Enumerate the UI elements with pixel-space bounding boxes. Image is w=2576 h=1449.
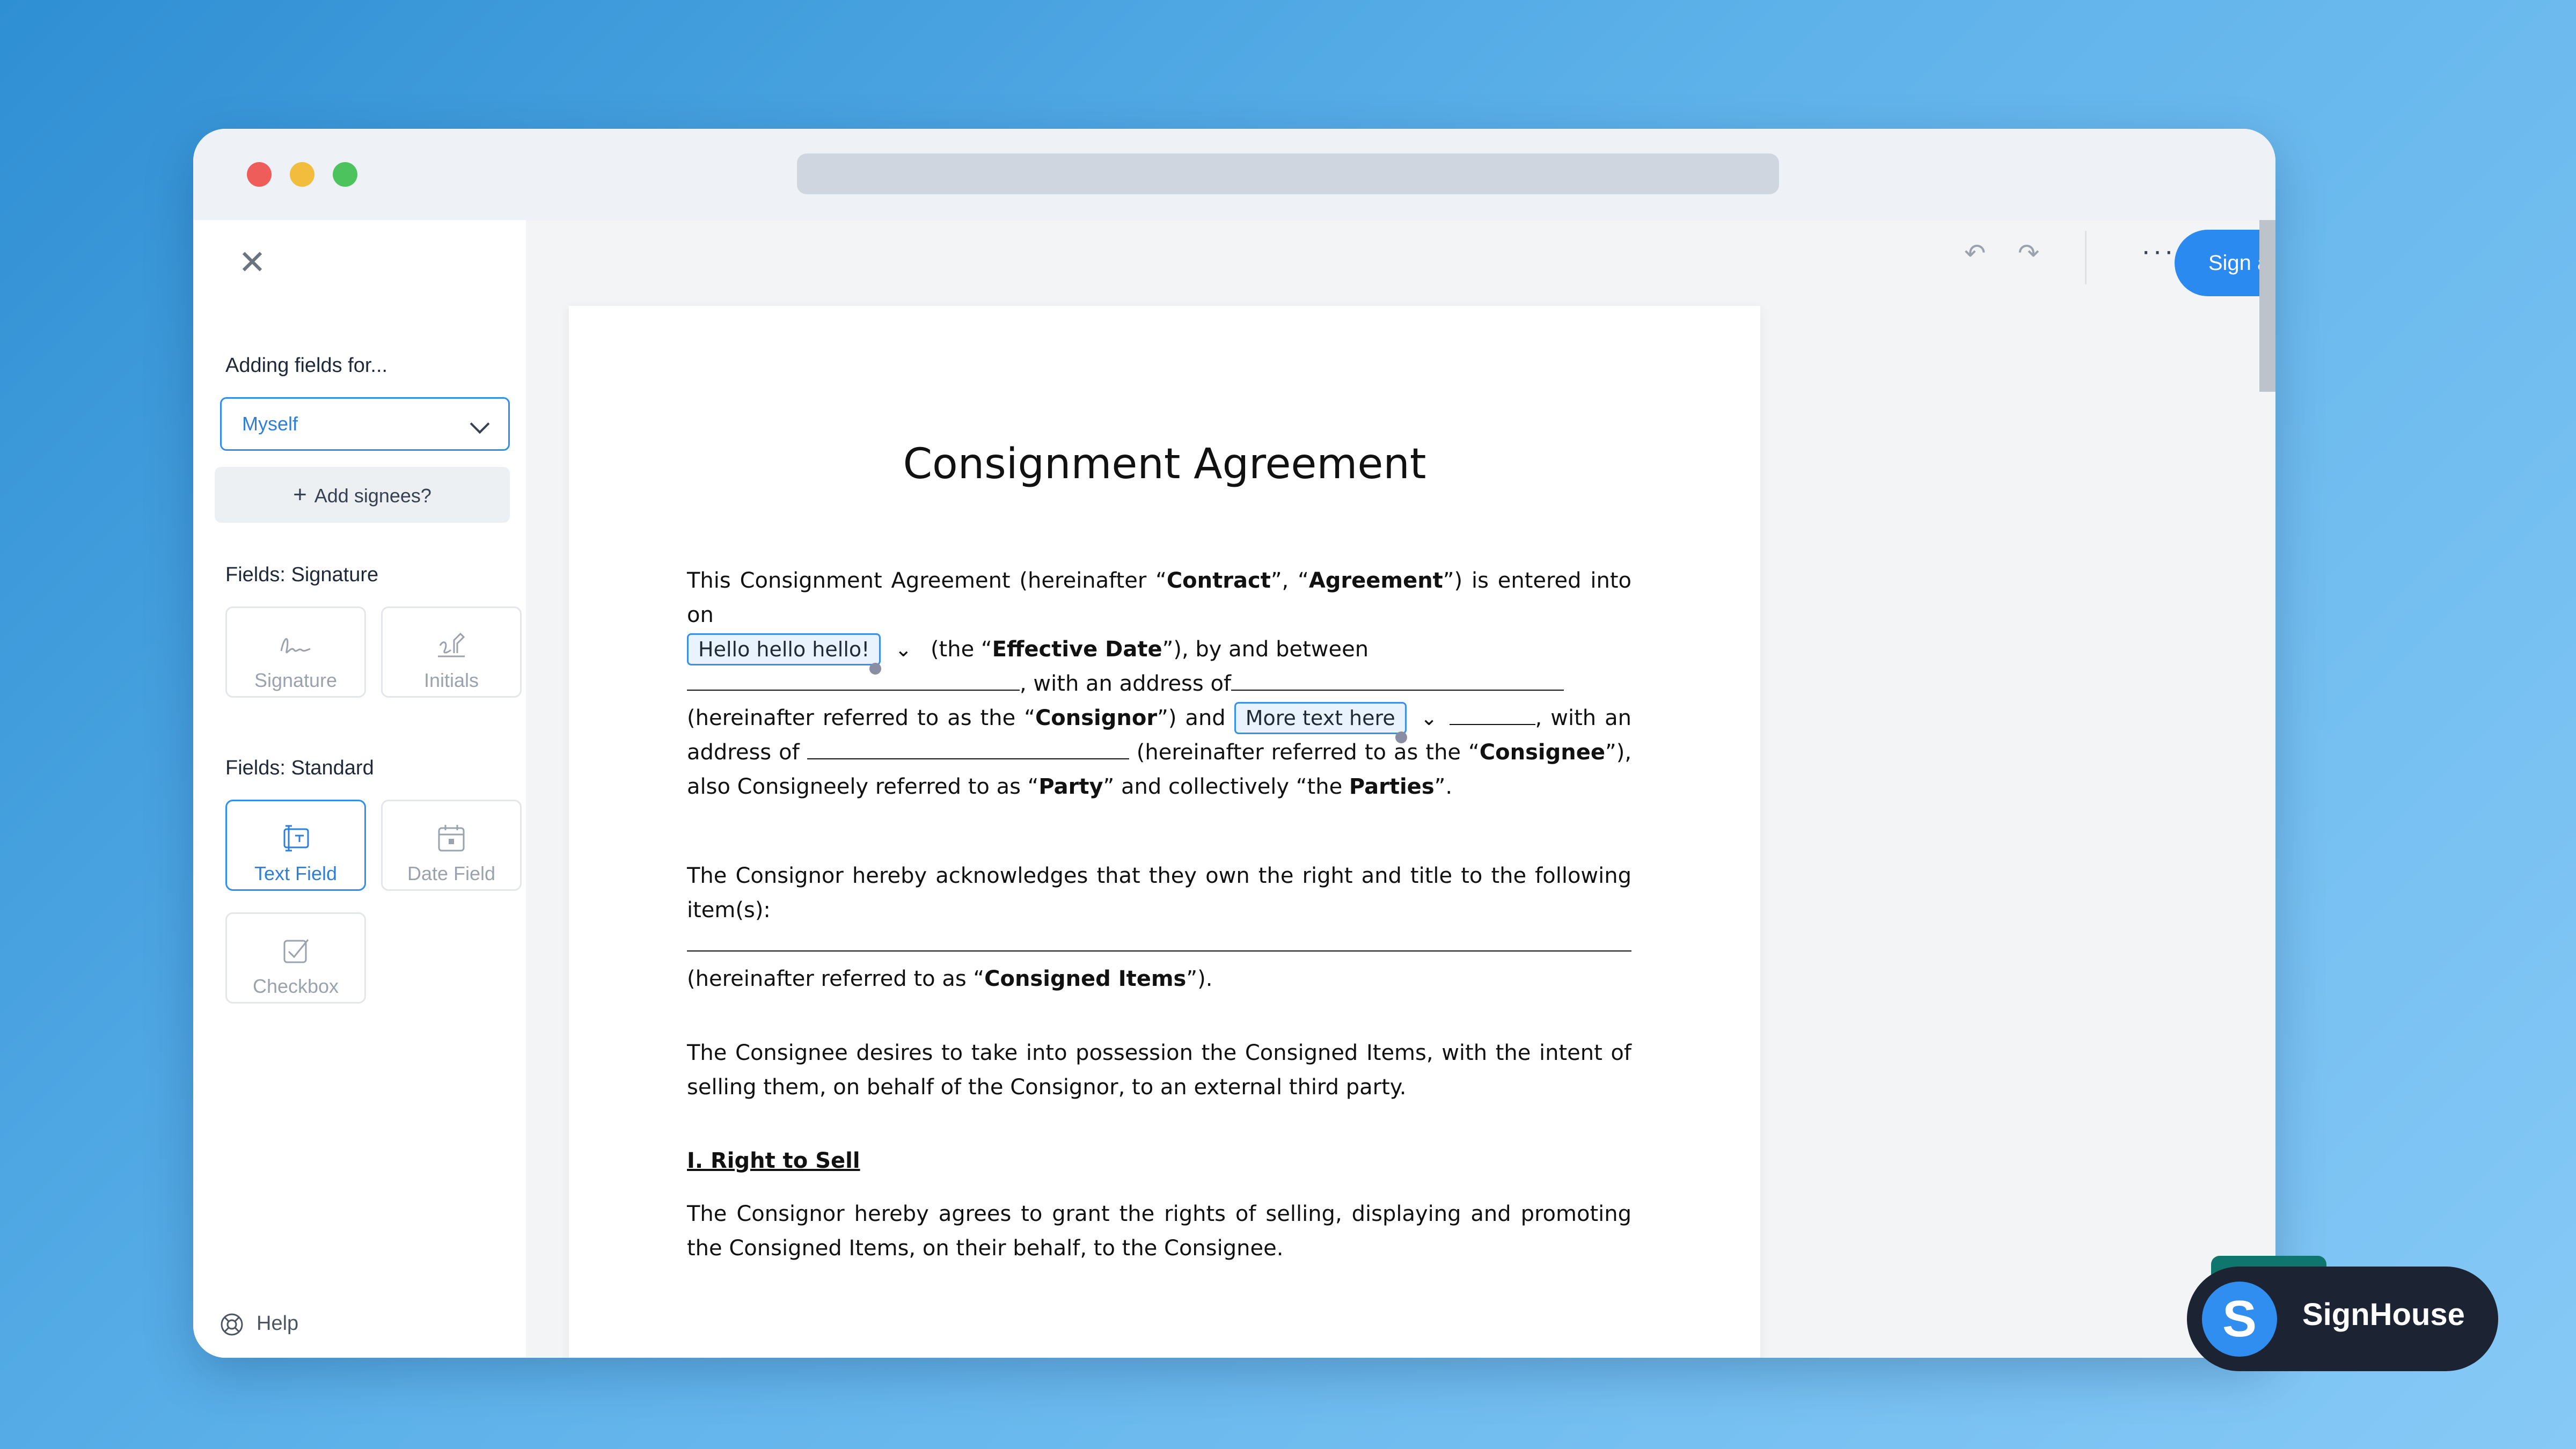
initials-icon — [438, 632, 465, 657]
signature-section-label: Fields: Signature — [225, 564, 379, 586]
signature-icon — [280, 638, 311, 654]
blank-line — [687, 929, 1631, 952]
undo-icon[interactable]: ↶ — [1964, 238, 1986, 268]
section-heading: I. Right to Sell — [687, 1148, 860, 1173]
term-parties: Parties — [1349, 774, 1435, 799]
text-run: (the “ — [930, 637, 992, 662]
term-agreement: Agreement — [1308, 568, 1443, 593]
help-link[interactable]: Help — [220, 1312, 298, 1336]
blank-line — [1449, 702, 1535, 725]
adding-fields-label: Adding fields for... — [225, 354, 388, 377]
right-to-sell-paragraph: The Consignor hereby agrees to grant the… — [687, 1202, 1631, 1261]
term-party: Party — [1038, 774, 1103, 799]
items-paragraph: The Consignor hereby acknowledges that t… — [687, 859, 1631, 996]
text-run: ”), by and between — [1162, 637, 1369, 662]
checkbox-icon — [283, 939, 309, 963]
help-icon — [221, 1313, 243, 1336]
minimize-window-button[interactable] — [290, 162, 314, 187]
text-run: (hereinafter referred to as “ — [687, 967, 985, 991]
term-effective-date: Effective Date — [992, 637, 1162, 662]
signature-tile-label: Signature — [254, 669, 338, 691]
scrollbar[interactable] — [2259, 220, 2275, 392]
term-contract: Contract — [1166, 568, 1271, 593]
brand-badge: S SignHouse — [2187, 1267, 2498, 1371]
text-run: This Consignment Agreement (hereinafter … — [687, 568, 1167, 593]
initials-tile-label: Initials — [423, 669, 479, 691]
text-field-1-value: Hello hello hello! — [698, 638, 870, 661]
add-signees-label: Add signees? — [314, 485, 431, 507]
text-run: ” and collectively “the — [1103, 774, 1349, 799]
signee-select[interactable]: Myself — [220, 397, 510, 451]
date-field-tile[interactable]: Date Field — [381, 800, 522, 891]
checkbox-tile-label: Checkbox — [252, 975, 339, 997]
brand-logo: S — [2202, 1282, 2277, 1357]
address-bar[interactable] — [797, 153, 1779, 194]
add-signees-button[interactable]: + Add signees? — [215, 467, 510, 523]
resize-handle[interactable] — [1395, 731, 1407, 743]
calendar-icon — [438, 825, 465, 852]
chevron-down-icon[interactable]: ⌄ — [895, 638, 912, 661]
term-consignor: Consignor — [1035, 706, 1158, 730]
signature-field-tile[interactable]: Signature — [225, 606, 366, 698]
text-run: ”, “ — [1270, 568, 1309, 593]
term-consignee: Consignee — [1479, 740, 1605, 765]
chevron-down-icon — [470, 414, 490, 434]
term-consigned-items: Consigned Items — [984, 967, 1187, 991]
text-field-tile[interactable]: Text Field — [225, 800, 366, 891]
standard-section-label: Fields: Standard — [225, 757, 374, 779]
text-run: ”) and — [1157, 706, 1226, 730]
fields-sidebar: ✕ Adding fields for... Myself + Add signe… — [193, 220, 527, 1358]
brand-name: SignHouse — [2302, 1297, 2465, 1332]
date-field-tile-label: Date Field — [407, 862, 496, 884]
text-run: ”. — [1434, 774, 1453, 799]
document-page: Consignment Agreement This Consignment A… — [569, 306, 1760, 1358]
text-field-2-value: More text here — [1245, 706, 1395, 730]
document-area: ↶ ↷ ··· Sign and download Consignment Ag… — [526, 220, 2275, 1358]
close-icon[interactable]: ✕ — [236, 246, 268, 280]
blank-line — [807, 737, 1129, 759]
text-field-icon — [283, 825, 309, 852]
initials-field-tile[interactable]: Initials — [381, 606, 522, 698]
signee-select-value: Myself — [242, 413, 298, 435]
help-label: Help — [257, 1312, 299, 1335]
toolbar-divider — [2085, 231, 2087, 284]
text-run: (hereinafter referred to as the “ — [687, 706, 1035, 730]
plus-icon: + — [293, 481, 307, 508]
window-titlebar — [193, 129, 2275, 221]
maximize-window-button[interactable] — [333, 162, 357, 187]
text-run: ”). — [1186, 967, 1213, 991]
text-run: , with an address of — [1020, 671, 1232, 696]
redo-icon[interactable]: ↷ — [2018, 238, 2039, 268]
text-run: (hereinafter referred to as the “ — [1136, 740, 1480, 765]
more-options-button[interactable]: ··· — [2141, 235, 2176, 267]
checkbox-field-tile[interactable]: Checkbox — [225, 912, 366, 1004]
blank-line — [687, 668, 1020, 691]
document-title: Consignment Agreement — [903, 440, 1426, 488]
browser-window: ✕ Adding fields for... Myself + Add signe… — [193, 129, 2275, 1358]
chevron-down-icon[interactable]: ⌄ — [1421, 706, 1438, 730]
text-field-1[interactable]: Hello hello hello! — [687, 633, 882, 675]
text-field-tile-label: Text Field — [254, 862, 338, 884]
close-window-button[interactable] — [247, 162, 272, 187]
text-run: The Consignor hereby acknowledges that t… — [687, 863, 1631, 923]
intro-paragraph: This Consignment Agreement (hereinafter … — [687, 564, 1631, 804]
blank-line — [1231, 668, 1564, 691]
text-field-2[interactable]: More text here — [1234, 702, 1407, 743]
intent-paragraph: The Consignee desires to take into posse… — [687, 1041, 1631, 1100]
